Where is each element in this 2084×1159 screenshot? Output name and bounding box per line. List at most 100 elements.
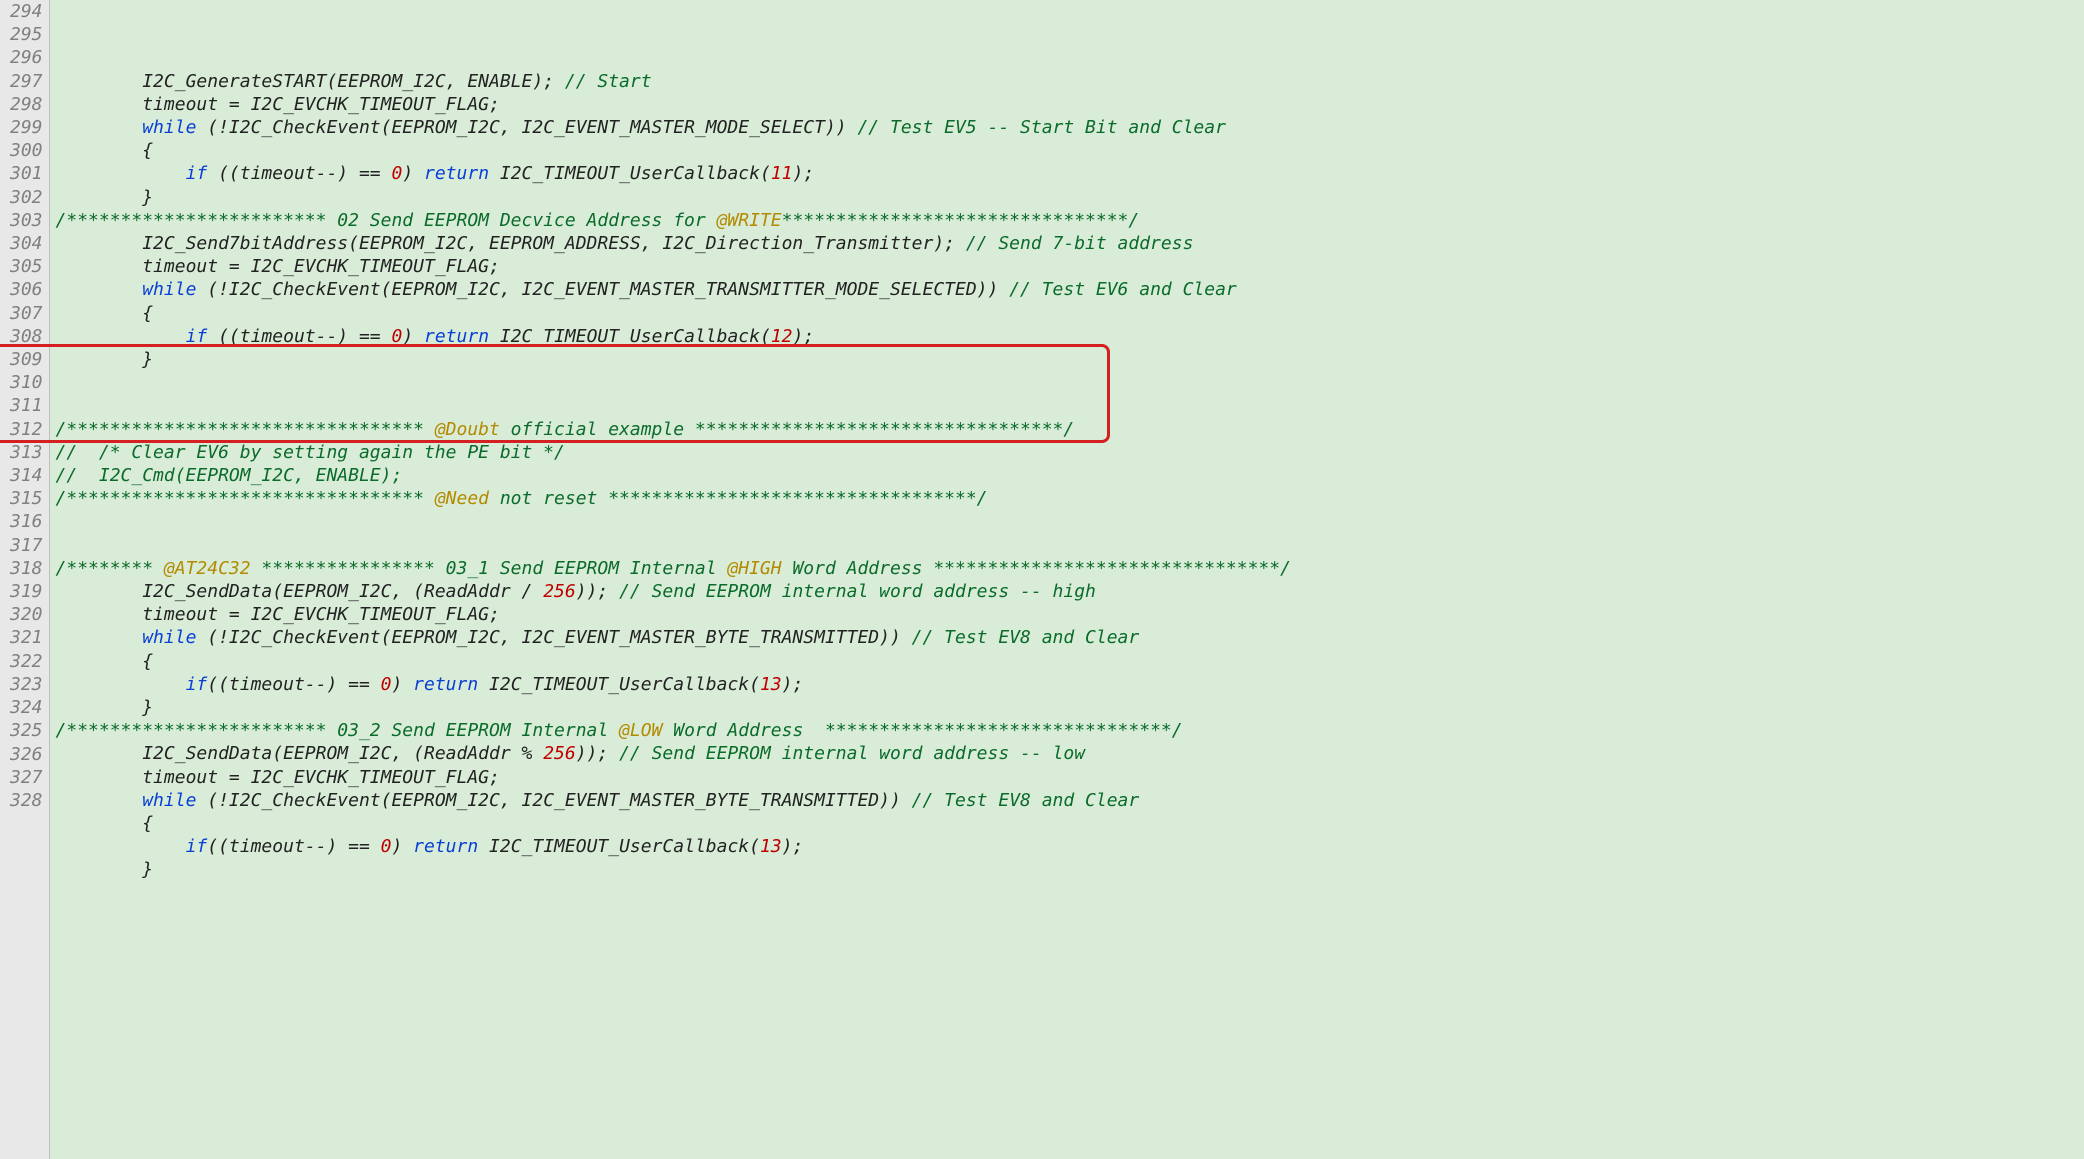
line-number: 299 xyxy=(10,116,43,139)
code-token: while xyxy=(142,627,196,648)
code-line[interactable]: { xyxy=(56,302,2084,325)
indent xyxy=(56,674,186,695)
indent xyxy=(56,71,143,92)
line-number: 327 xyxy=(10,766,43,789)
code-line[interactable]: timeout = I2C_EVCHK_TIMEOUT_FLAG; xyxy=(56,603,2084,626)
indent xyxy=(56,303,143,324)
indent xyxy=(56,836,186,857)
indent xyxy=(56,627,143,648)
indent xyxy=(56,859,143,880)
code-area[interactable]: I2C_GenerateSTART(EEPROM_I2C, ENABLE); /… xyxy=(50,0,2084,1159)
code-line[interactable]: while (!I2C_CheckEvent(EEPROM_I2C, I2C_E… xyxy=(56,116,2084,139)
indent xyxy=(56,349,143,370)
code-line[interactable]: if ((timeout--) == 0) return I2C_TIMEOUT… xyxy=(56,325,2084,348)
code-token: /******** xyxy=(56,558,164,579)
code-token: I2C_SendData(EEPROM_I2C, (ReadAddr % xyxy=(142,743,543,764)
code-line[interactable]: { xyxy=(56,139,2084,162)
code-token: )); xyxy=(576,581,619,602)
indent xyxy=(56,697,143,718)
code-token: I2C_TIMEOUT_UserCallback( xyxy=(478,836,760,857)
code-line[interactable]: while (!I2C_CheckEvent(EEPROM_I2C, I2C_E… xyxy=(56,789,2084,812)
code-line[interactable]: if((timeout--) == 0) return I2C_TIMEOUT_… xyxy=(56,835,2084,858)
code-line[interactable]: while (!I2C_CheckEvent(EEPROM_I2C, I2C_E… xyxy=(56,278,2084,301)
code-line[interactable] xyxy=(56,510,2084,533)
code-line[interactable]: /************************ 03_2 Send EEPR… xyxy=(56,719,2084,742)
indent xyxy=(56,743,143,764)
code-token: I2C_Send7bitAddress(EEPROM_I2C, EEPROM_A… xyxy=(142,233,966,254)
code-line[interactable]: } xyxy=(56,858,2084,881)
code-line[interactable]: I2C_SendData(EEPROM_I2C, (ReadAddr % 256… xyxy=(56,742,2084,765)
code-token: ********************************/ xyxy=(782,210,1140,231)
code-line[interactable]: I2C_SendData(EEPROM_I2C, (ReadAddr / 256… xyxy=(56,580,2084,603)
code-token: @AT24C32 xyxy=(164,558,251,579)
line-number: 322 xyxy=(10,650,43,673)
code-token: ((timeout--) == xyxy=(207,836,380,857)
code-token: @LOW xyxy=(619,720,662,741)
code-line[interactable]: /******** @AT24C32 **************** 03_1… xyxy=(56,557,2084,580)
code-line[interactable]: timeout = I2C_EVCHK_TIMEOUT_FLAG; xyxy=(56,93,2084,116)
code-editor[interactable]: 2942952962972982993003013023033043053063… xyxy=(0,0,2084,1159)
code-token: 0 xyxy=(391,326,402,347)
line-number: 298 xyxy=(10,93,43,116)
code-line[interactable]: } xyxy=(56,186,2084,209)
code-line[interactable]: if ((timeout--) == 0) return I2C_TIMEOUT… xyxy=(56,162,2084,185)
code-token: **************** 03_1 Send EEPROM Intern… xyxy=(251,558,728,579)
code-line[interactable]: timeout = I2C_EVCHK_TIMEOUT_FLAG; xyxy=(56,766,2084,789)
indent xyxy=(56,790,143,811)
code-token: // Send EEPROM internal word address -- … xyxy=(619,743,1085,764)
code-token: return xyxy=(413,674,478,695)
code-token: I2C_GenerateSTART(EEPROM_I2C, ENABLE); xyxy=(142,71,565,92)
line-number: 324 xyxy=(10,696,43,719)
code-line[interactable]: if((timeout--) == 0) return I2C_TIMEOUT_… xyxy=(56,673,2084,696)
line-number: 305 xyxy=(10,255,43,278)
line-number: 319 xyxy=(10,580,43,603)
code-token: official example ***********************… xyxy=(500,419,1074,440)
code-token: while xyxy=(142,279,196,300)
code-token: @Need xyxy=(435,488,489,509)
code-line[interactable]: /************************ 02 Send EEPROM… xyxy=(56,209,2084,232)
code-token: return xyxy=(424,326,489,347)
code-line[interactable]: } xyxy=(56,696,2084,719)
line-number: 321 xyxy=(10,626,43,649)
line-number: 309 xyxy=(10,348,43,371)
line-number: 297 xyxy=(10,70,43,93)
code-token: 13 xyxy=(760,836,782,857)
code-line[interactable]: { xyxy=(56,650,2084,673)
code-token: ); xyxy=(782,674,804,695)
code-line[interactable]: while (!I2C_CheckEvent(EEPROM_I2C, I2C_E… xyxy=(56,626,2084,649)
code-token: ) xyxy=(402,163,424,184)
code-line[interactable] xyxy=(56,534,2084,557)
code-line[interactable]: /********************************* @Need… xyxy=(56,487,2084,510)
code-token: if xyxy=(186,163,208,184)
code-line[interactable] xyxy=(56,394,2084,417)
indent xyxy=(56,140,143,161)
code-token: /************************ 03_2 Send EEPR… xyxy=(56,720,620,741)
code-line[interactable]: /********************************* @Doub… xyxy=(56,418,2084,441)
code-token: timeout = I2C_EVCHK_TIMEOUT_FLAG; xyxy=(142,767,500,788)
code-token: ) xyxy=(402,326,424,347)
code-token: ) xyxy=(391,674,413,695)
code-token: { xyxy=(142,140,153,161)
code-line[interactable]: timeout = I2C_EVCHK_TIMEOUT_FLAG; xyxy=(56,255,2084,278)
code-line[interactable]: } xyxy=(56,348,2084,371)
line-number: 304 xyxy=(10,232,43,255)
code-line[interactable]: I2C_Send7bitAddress(EEPROM_I2C, EEPROM_A… xyxy=(56,232,2084,255)
code-token: ((timeout--) == xyxy=(207,326,391,347)
line-number: 328 xyxy=(10,789,43,812)
code-token: 12 xyxy=(771,326,793,347)
code-token: (!I2C_CheckEvent(EEPROM_I2C, I2C_EVENT_M… xyxy=(196,790,911,811)
code-token: // Test EV8 and Clear xyxy=(912,790,1140,811)
code-line[interactable]: // I2C_Cmd(EEPROM_I2C, ENABLE); xyxy=(56,464,2084,487)
code-token: (!I2C_CheckEvent(EEPROM_I2C, I2C_EVENT_M… xyxy=(196,117,857,138)
code-line[interactable]: I2C_GenerateSTART(EEPROM_I2C, ENABLE); /… xyxy=(56,70,2084,93)
line-number: 315 xyxy=(10,487,43,510)
code-token: I2C_SendData(EEPROM_I2C, (ReadAddr / xyxy=(142,581,543,602)
code-token: )); xyxy=(576,743,619,764)
code-line[interactable]: { xyxy=(56,812,2084,835)
code-line[interactable] xyxy=(56,371,2084,394)
line-number: 300 xyxy=(10,139,43,162)
code-token: @Doubt xyxy=(435,419,500,440)
code-token: /************************ 02 Send EEPROM… xyxy=(56,210,717,231)
line-number: 296 xyxy=(10,46,43,69)
code-line[interactable]: // /* Clear EV6 by setting again the PE … xyxy=(56,441,2084,464)
